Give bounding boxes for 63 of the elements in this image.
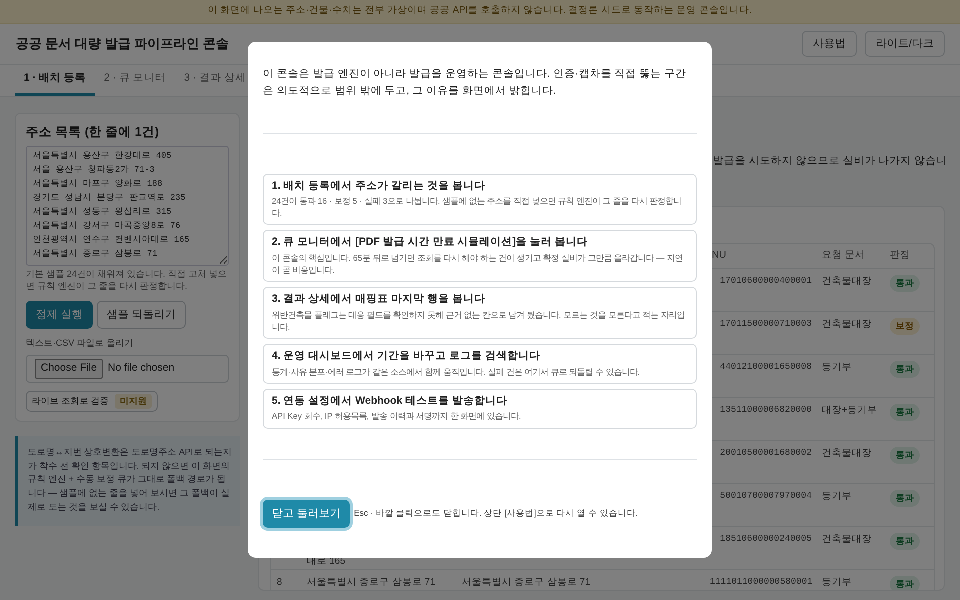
step-title: 4. 운영 대시보드에서 기간을 바꾸고 로그를 검색합니다: [272, 348, 542, 364]
card-title: 주소 목록 (한 줄에 1건): [26, 124, 160, 141]
document-type: 건축물대장: [822, 534, 872, 545]
input-address: 서울특별시 종로구 삼봉로 71: [307, 576, 436, 588]
verdict-badge: 통과: [890, 274, 920, 292]
close-tour-button[interactable]: 닫고 둘러보기: [263, 500, 350, 528]
choose-file-button[interactable]: Choose File: [35, 358, 104, 379]
pnu-code: 17010600000400001: [720, 276, 812, 286]
toggle-label: 라이브 조회로 검증: [32, 394, 110, 408]
step-title: 3. 결과 상세에서 매핑표 마지막 행을 봅니다: [272, 292, 486, 308]
help-text: 기본 샘플 24건이 채워져 있습니다. 직접 고쳐 넣으면 규칙 엔진이 그 줄을 다시 판정합니다.: [26, 268, 228, 293]
file-status: No file chosen: [108, 360, 175, 376]
step-description: API Key 회수, IP 허용목록, 발송 이력과 서명까지 한 화면에 있습니다.: [272, 410, 522, 422]
tab[interactable]: 3 · 결과 상세: [175, 65, 256, 96]
pnu-code: 1111011000000580001: [710, 576, 813, 587]
pnu-code: 44012100001650008: [720, 362, 812, 372]
document-type: 대장+등기부: [822, 404, 878, 416]
tab[interactable]: 2 · 큐 모니터: [95, 65, 176, 96]
app-title: 공공 문서 대량 발급 파이프라인 콘솔: [16, 35, 230, 54]
run-button[interactable]: 정제 실행: [26, 300, 94, 330]
step-title: 5. 연동 설정에서 Webhook 테스트를 발송합니다: [272, 394, 508, 409]
unsupported-badge: 미지원: [115, 394, 152, 410]
live-verify-toggle[interactable]: 라이브 조회로 검증 미지원: [26, 390, 158, 412]
verdict-badge: 통과: [890, 404, 920, 421]
info-callout: 도로명↔지번 상호변환은 도로명주소 API로 되는지가 착수 전 확인 항목입니다. 되지 않으면 이 화면의 규칙 엔진 + 수동 보정 큐가 그대로 폴백 경로가 됩니다 — 샘플에 없는 줄을 넣어 보시면 그 폴백이 실제로 도는 것을 보실 수 있습니다.: [15, 436, 240, 526]
column-header: 판정: [884, 244, 934, 269]
document-type: 등기부: [822, 362, 852, 373]
pnu-code: 50010700007970004: [720, 490, 812, 501]
reset-button[interactable]: 샘플 되돌리기: [97, 300, 186, 330]
cost-note: 발급을 시도하지 않으므로 실비가 나가지 않습니: [713, 154, 945, 169]
notice-banner-text: 이 화면에 나오는 주소·건물·수치는 전부 가상이며 공공 API를 호출하지 않습니다. 결정론 시드로 동작하는 운영 콘솔입니다.: [208, 4, 752, 18]
document-type: 건축물대장: [822, 318, 872, 330]
document-type: 등기부: [822, 576, 852, 588]
step-description: 이 콘솔의 핵심입니다. 65분 뒤로 넘기면 조회를 다시 해야 하는 건이 생기고 확정 실비가 그만큼 올라갑니다 — 지연이 곧 비용입니다.: [272, 252, 684, 276]
verdict-badge: 보정: [890, 318, 920, 335]
pnu-code: 18510600000240005: [720, 534, 812, 544]
address-textarea[interactable]: 서울특별시 용산구 한강대로 405 서울 용산구 청파동2가 71-3 서울특별시 마포구 양화로 188 경기도 성남시 분당구 판교역로 235 서울특별시 성동구 왕십리로 315 서울특별시 강서구 마곡중앙8로 76 인천광역시 연수구 컨벤시아대로 165 서울특별시 종로구 삼봉로 71: [26, 146, 229, 266]
tab[interactable]: 1 · 배치 등록: [15, 65, 96, 96]
step-description: 24건이 통과 16 · 보정 5 · 실패 3으로 나뉩니다. 샘플에 없는 주소를 직접 넣으면 규칙 엔진이 그 줄을 다시 판정합니다.: [272, 195, 683, 220]
pnu-code: 20010500001680002: [720, 448, 812, 458]
verdict-badge: 통과: [890, 360, 920, 378]
document-type: 등기부: [822, 490, 852, 502]
column-header: 요청 문서: [816, 244, 884, 269]
verdict-badge: 통과: [890, 576, 920, 590]
verdict-badge: 통과: [890, 490, 920, 507]
step-description: 통계·사유 분포·에러 로그가 같은 소스에서 함께 움직입니다. 실패 건은 여기서 큐로 되돌릴 수 있습니다.: [272, 366, 642, 378]
modal-intro: 이 콘솔은 발급 엔진이 아니라 발급을 운영하는 콘솔입니다. 인증·캡차를 직접 뚫는 구간은 의도적으로 범위 밖에 두고, 그 이유를 화면에서 밝힙니다.: [263, 67, 688, 100]
theme-toggle-button[interactable]: 라이트/다크: [864, 30, 945, 58]
help-button[interactable]: 사용법: [802, 30, 857, 58]
modal-footer-note: Esc · 바깥 클릭으로도 닫힙니다. 상단 [사용법]으로 다시 열 수 있습니다.: [354, 507, 638, 520]
document-type: 건축물대장: [822, 448, 872, 459]
step-title: 2. 큐 모니터에서 [PDF 발급 시간 만료 시뮬레이션]을 눌러 봅니다: [272, 235, 590, 250]
pnu-code: 13511000006820000: [720, 404, 812, 415]
step-description: 위반건축물 플래그는 대응 필드를 확인하지 못해 근거 없는 칸으로 남겨 뒀습니다. 모르는 것을 모른다고 적는 자리입니다.: [272, 308, 686, 333]
pnu-code: 17011500000710003: [720, 318, 812, 329]
document-type: 건축물대장: [822, 276, 872, 287]
step-title: 1. 배치 등록에서 주소가 갈리는 것을 봅니다: [272, 178, 486, 194]
row-number: 8: [277, 576, 282, 588]
upload-label: 텍스트·CSV 파일로 올리기: [26, 337, 135, 350]
file-input[interactable]: Choose File No file chosen: [26, 354, 229, 383]
refined-address: 서울특별시 종로구 삼봉로 71: [462, 576, 590, 588]
verdict-badge: 통과: [890, 532, 920, 550]
verdict-badge: 통과: [890, 446, 920, 464]
